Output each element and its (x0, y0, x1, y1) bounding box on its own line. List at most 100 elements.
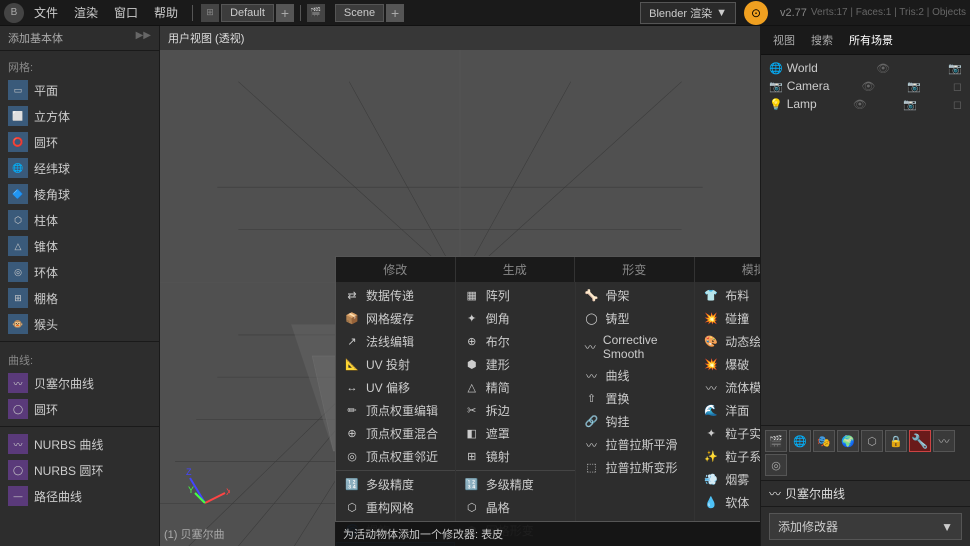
item-label: 顶点权重编辑 (366, 402, 438, 419)
sidebar-item-bezier[interactable]: 〰 贝塞尔曲线 (0, 370, 159, 396)
sidebar-item-cylinder[interactable]: ⬡ 柱体 (0, 207, 159, 233)
item-bevel[interactable]: ✦ 倒角 (456, 307, 575, 330)
sidebar-item-path[interactable]: — 路径曲线 (0, 483, 159, 509)
plane-icon: ▭ (8, 80, 28, 100)
item-multires-gen[interactable]: 🔢 多级精度 (456, 473, 575, 496)
constraints-btn[interactable]: 🔒 (885, 430, 907, 452)
add-modifier-btn[interactable]: 添加修改器 ▼ (769, 513, 962, 540)
item-fluid[interactable]: 〰 流体模拟 (695, 376, 760, 399)
scene-tree-lamp[interactable]: 💡 Lamp 👁 📷 ◻ (765, 95, 966, 113)
all-scenes-btn[interactable]: 所有场景 (843, 30, 899, 50)
sidebar-item-uvsphere[interactable]: 🌐 经纬球 (0, 155, 159, 181)
item-array[interactable]: ▦ 阵列 (456, 284, 575, 307)
menu-window[interactable]: 窗口 (108, 2, 144, 23)
search-btn[interactable]: 搜索 (805, 30, 839, 50)
item-multiresolution[interactable]: 🔢 多级精度 (336, 473, 455, 496)
item-particle-system[interactable]: ✨ 粒子系统 (695, 445, 760, 468)
sidebar-item-monkey[interactable]: 🐵 猴头 (0, 311, 159, 337)
item-label: 遮罩 (486, 425, 510, 442)
menu-render[interactable]: 渲染 (68, 2, 104, 23)
item-vw-proximity[interactable]: ◎ 顶点权重邻近 (336, 445, 455, 468)
sidebar-item-icosphere[interactable]: 🔷 棱角球 (0, 181, 159, 207)
sidebar-item-nurbs-curve[interactable]: 〰 NURBS 曲线 (0, 431, 159, 457)
camera-select-icon[interactable]: ◻ (953, 80, 962, 93)
sidebar-item-plane[interactable]: ▭ 平面 (0, 77, 159, 103)
render-layer-btn[interactable]: 🌐 (789, 430, 811, 452)
world-eye-icon[interactable]: 👁 (876, 62, 890, 75)
item-normal-edit[interactable]: ↗ 法线编辑 (336, 330, 455, 353)
item-data-transfer[interactable]: ⇄ 数据传递 (336, 284, 455, 307)
vw-proximity-icon: ◎ (344, 449, 360, 465)
svg-text:Z: Z (186, 467, 192, 477)
item-edge-split[interactable]: ✂ 拆边 (456, 399, 575, 422)
camera-eye-icon[interactable]: 👁 (861, 80, 875, 93)
scene-tree-camera[interactable]: 📷 Camera 👁 📷 ◻ (765, 77, 966, 95)
lamp-render-icon[interactable]: 📷 (903, 98, 917, 111)
vw-mix-icon: ⊕ (344, 426, 360, 442)
item-remesh[interactable]: ⬡ 重构网格 (336, 496, 455, 519)
item-hook[interactable]: 🔗 钩挂 (576, 410, 695, 433)
item-curve[interactable]: 〰 曲线 (576, 364, 695, 387)
sidebar-collapse-icon[interactable]: ▶▶ (136, 30, 151, 41)
item-soft-body[interactable]: 💧 软体 (695, 491, 760, 514)
camera-render-icon[interactable]: 📷 (907, 80, 921, 93)
sidebar-item-cube[interactable]: ⬜ 立方体 (0, 103, 159, 129)
item-laplacian-deform[interactable]: ⬚ 拉普拉斯变形 (576, 456, 695, 479)
col-header-2: 形变 (575, 257, 695, 282)
item-particle-instance[interactable]: ✦ 粒子实例 (695, 422, 760, 445)
item-vw-mix[interactable]: ⊕ 顶点权重混合 (336, 422, 455, 445)
sidebar-item-circle[interactable]: ⭕ 圆环 (0, 129, 159, 155)
sidebar-item-curve-circle[interactable]: ◯ 圆环 (0, 396, 159, 422)
item-boolean[interactable]: ⊕ 布尔 (456, 330, 575, 353)
item-vw-edit[interactable]: ✏ 顶点权重编辑 (336, 399, 455, 422)
item-laplacian-smooth[interactable]: 〰 拉普拉斯平滑 (576, 433, 695, 456)
item-label: Corrective Smooth (603, 333, 686, 361)
uvsphere-label: 经纬球 (34, 160, 70, 177)
item-smoke[interactable]: 💨 烟雾 (695, 468, 760, 491)
item-decimate[interactable]: △ 精简 (456, 376, 575, 399)
item-uv-warp[interactable]: ↔ UV 偏移 (336, 376, 455, 399)
sidebar-item-nurbs-circle[interactable]: ◯ NURBS 圆环 (0, 457, 159, 483)
sidebar-item-torus[interactable]: ◎ 环体 (0, 259, 159, 285)
add-workspace-btn[interactable]: + (276, 4, 294, 22)
item-explode[interactable]: 💥 爆破 (695, 353, 760, 376)
item-uv-project[interactable]: 📐 UV 投射 (336, 353, 455, 376)
item-cast[interactable]: ◯ 铸型 (576, 307, 695, 330)
item-ocean[interactable]: 🌊 洋面 (695, 399, 760, 422)
sidebar-item-cone[interactable]: △ 锥体 (0, 233, 159, 259)
menu-help[interactable]: 帮助 (148, 2, 184, 23)
scene-props-btn[interactable]: 🎭 (813, 430, 835, 452)
item-mask[interactable]: ◧ 遮罩 (456, 422, 575, 445)
menu-file[interactable]: 文件 (28, 2, 64, 23)
render-props-btn[interactable]: 🎬 (765, 430, 787, 452)
workspace-tab[interactable]: Default (221, 4, 274, 22)
item-mesh-cache[interactable]: 📦 网格缓存 (336, 307, 455, 330)
world-props-btn[interactable]: 🌍 (837, 430, 859, 452)
view-btn[interactable]: 视图 (767, 30, 801, 50)
item-corrective-smooth[interactable]: 〰 Corrective Smooth (576, 330, 695, 364)
object-props-btn[interactable]: ⬡ (861, 430, 883, 452)
item-armature[interactable]: 🦴 骨架 (576, 284, 695, 307)
sidebar-item-grid[interactable]: ⊞ 棚格 (0, 285, 159, 311)
item-displace[interactable]: ⇧ 置换 (576, 387, 695, 410)
item-mirror[interactable]: ⊞ 镜射 (456, 445, 575, 468)
data-btn[interactable]: 〰 (933, 430, 955, 452)
item-lattice-gen[interactable]: ⬡ 晶格 (456, 496, 575, 519)
lamp-eye-icon[interactable]: 👁 (853, 98, 867, 111)
render-engine-select[interactable]: Blender 渲染 ▼ (640, 2, 736, 24)
scene-tree-world[interactable]: 🌐 World 👁 📷 (765, 59, 966, 77)
scene-tab[interactable]: Scene (335, 4, 384, 22)
add-scene-btn[interactable]: + (386, 4, 404, 22)
lamp-select-icon[interactable]: ◻ (953, 98, 962, 111)
item-build[interactable]: ⬢ 建形 (456, 353, 575, 376)
material-btn[interactable]: ◎ (765, 454, 787, 476)
item-cloth[interactable]: 👕 布料 (695, 284, 760, 307)
laplacian-deform-icon: ⬚ (584, 460, 600, 476)
item-collision[interactable]: 💥 碰撞 (695, 307, 760, 330)
viewport[interactable]: 用户视图 (透视) (160, 26, 760, 546)
modifier-btn[interactable]: 🔧 (909, 430, 931, 452)
bezier-label: 贝塞尔曲线 (34, 375, 94, 392)
item-dynamic-paint[interactable]: 🎨 动态绘画 (695, 330, 760, 353)
viewport-header: 用户视图 (透视) (160, 26, 760, 50)
world-render-icon[interactable]: 📷 (948, 62, 962, 75)
